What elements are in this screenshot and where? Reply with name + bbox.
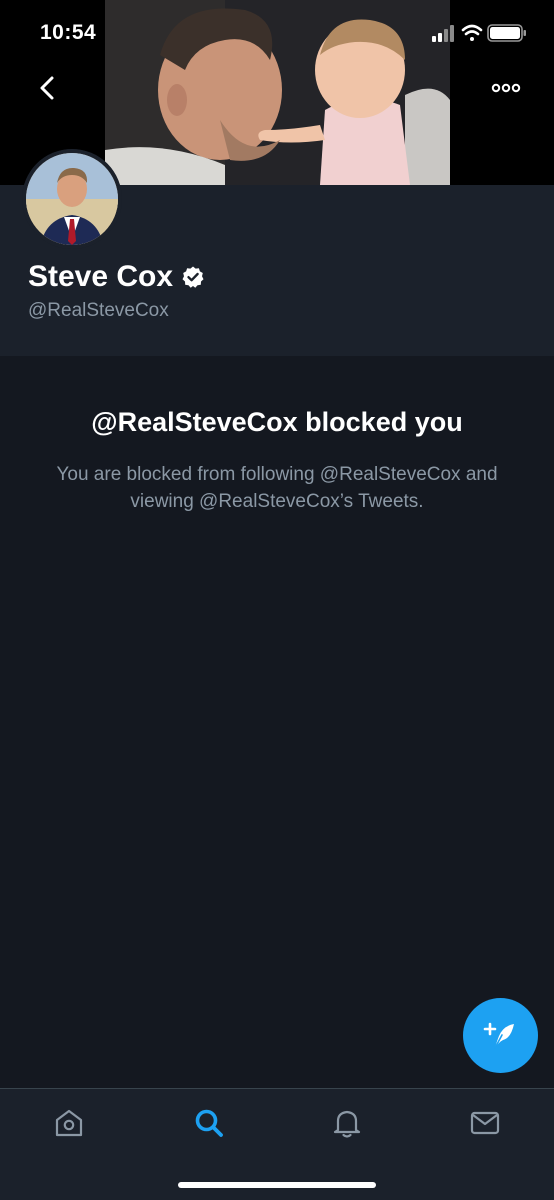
profile-screen: 10:54 Steve Cox @RealSteveCox @RealSteve… xyxy=(0,0,554,1200)
more-button[interactable] xyxy=(488,74,524,102)
verified-badge-icon xyxy=(182,266,204,288)
compose-tweet-button[interactable] xyxy=(463,998,538,1073)
chevron-left-icon xyxy=(40,76,54,100)
wifi-icon xyxy=(461,24,483,41)
tab-messages[interactable] xyxy=(468,1106,502,1140)
bell-icon xyxy=(333,1110,361,1138)
status-bar: 10:54 xyxy=(0,0,554,66)
home-indicator xyxy=(178,1182,376,1188)
status-icons xyxy=(432,22,532,44)
profile-handle: @RealSteveCox xyxy=(28,300,169,321)
back-button[interactable] xyxy=(30,70,66,106)
avatar[interactable] xyxy=(22,149,122,249)
tab-home[interactable] xyxy=(52,1106,86,1140)
status-time: 10:54 xyxy=(40,21,97,44)
more-horizontal-icon xyxy=(491,83,521,93)
compose-tweet-icon xyxy=(483,1022,514,1049)
blocked-description: You are blocked from following @RealStev… xyxy=(56,464,498,512)
signal-icon xyxy=(432,25,454,42)
display-name: Steve Cox xyxy=(28,260,174,293)
search-icon xyxy=(195,1109,223,1137)
blocked-title: @RealSteveCox blocked you xyxy=(91,407,463,437)
tab-notifications[interactable] xyxy=(330,1106,364,1140)
tab-search[interactable] xyxy=(192,1106,226,1140)
battery-icon xyxy=(487,24,526,42)
profile-name-row: Steve Cox xyxy=(28,260,205,294)
mail-icon xyxy=(470,1111,500,1135)
home-icon xyxy=(55,1109,83,1137)
